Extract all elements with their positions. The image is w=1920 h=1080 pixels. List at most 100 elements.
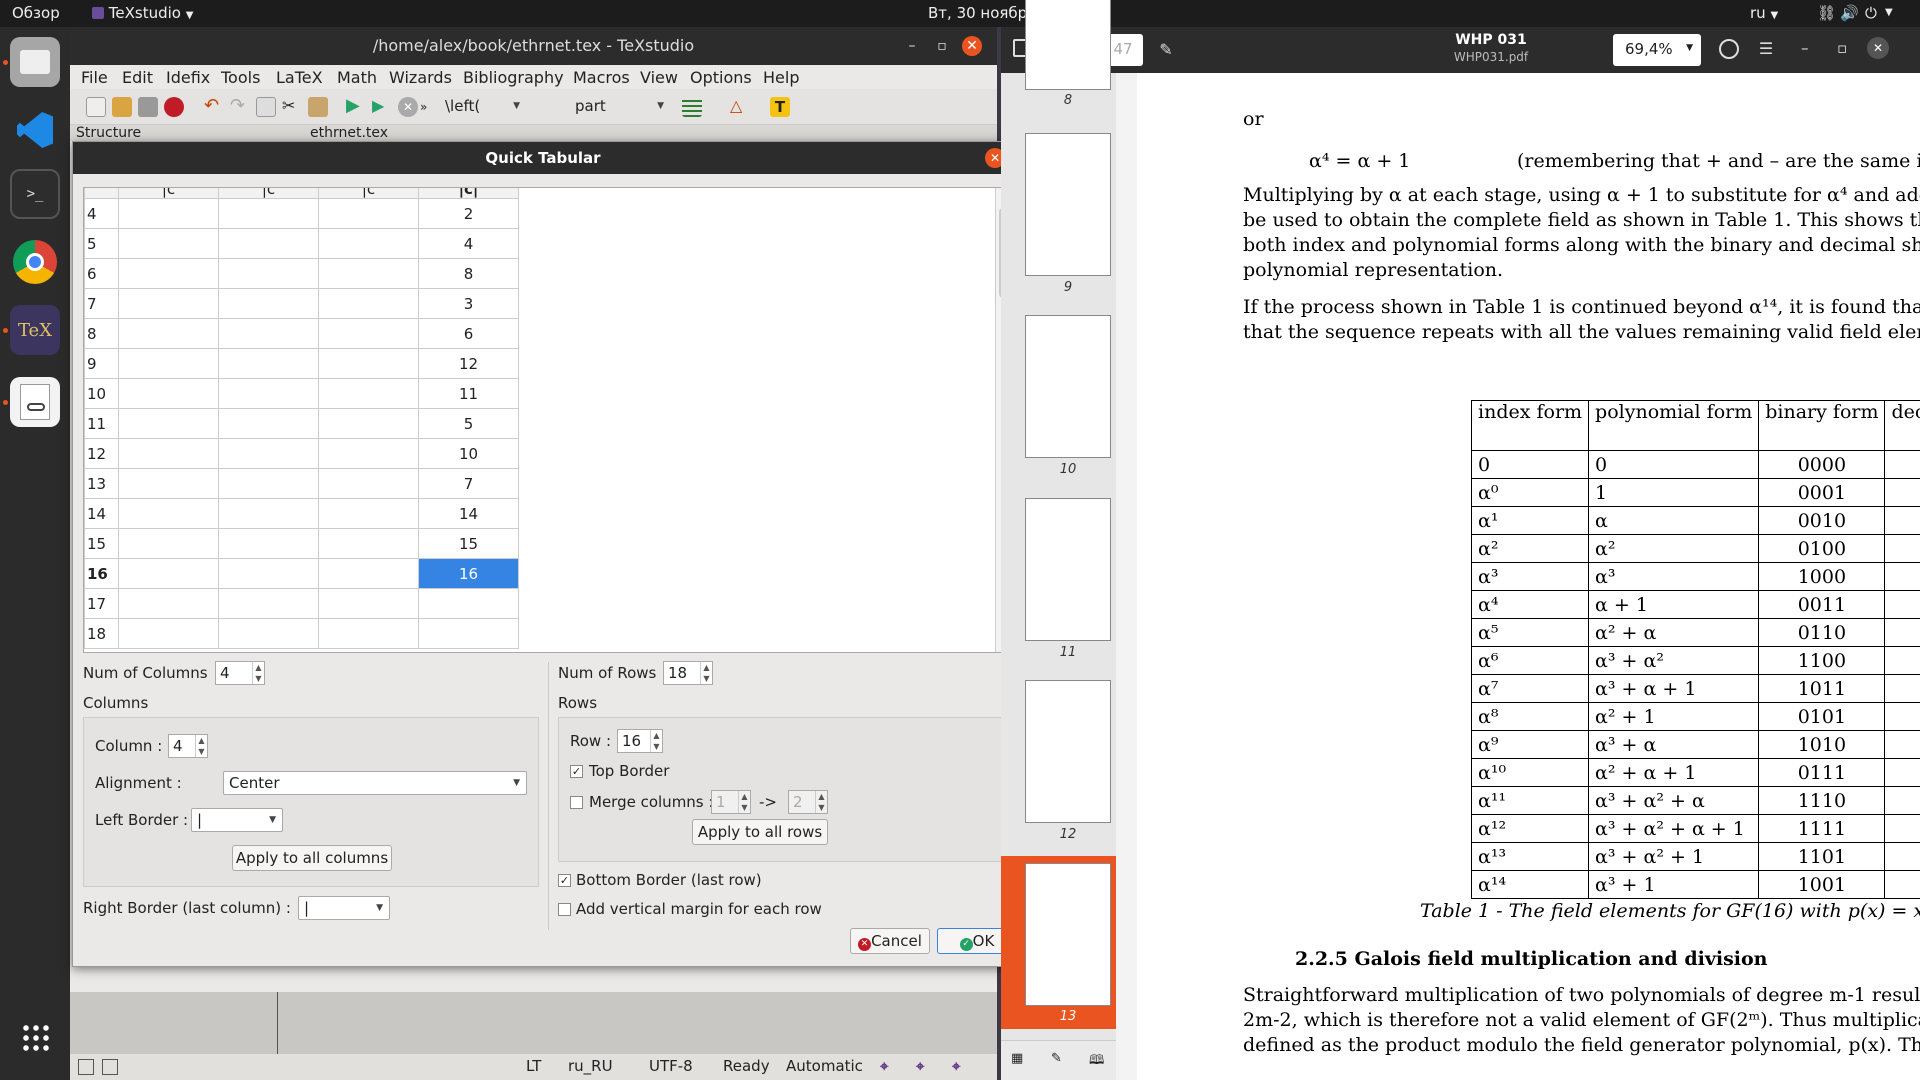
undo-icon[interactable]: ↶: [204, 97, 224, 117]
page-thumbnail[interactable]: [1025, 315, 1111, 458]
grid-cell[interactable]: [318, 288, 419, 319]
document-viewer-icon[interactable]: [10, 377, 60, 427]
open-file-icon[interactable]: [112, 97, 132, 117]
text-format-icon[interactable]: T: [770, 97, 790, 117]
zoom-combo[interactable]: 69,4% ▼: [1613, 34, 1701, 66]
grid-cell[interactable]: [218, 288, 319, 319]
left-border-combo[interactable]: | ▼: [191, 808, 283, 832]
right-border-combo[interactable]: | ▼: [298, 896, 390, 920]
row-header[interactable]: 13: [84, 468, 119, 499]
row-header[interactable]: 11: [84, 408, 119, 439]
grid-cell[interactable]: [118, 618, 219, 649]
chrome-icon[interactable]: [10, 237, 60, 287]
part-combo[interactable]: part ▼: [570, 95, 670, 119]
annotate-icon[interactable]: ✎: [1151, 35, 1181, 65]
search-icon[interactable]: [1719, 39, 1739, 59]
grid-cell[interactable]: [318, 498, 419, 529]
app-menu[interactable]: TeXstudio ▼: [92, 4, 193, 22]
grid-cell[interactable]: [218, 438, 319, 469]
grid-cell[interactable]: 8: [418, 258, 519, 289]
menu-options[interactable]: Options: [690, 68, 752, 87]
page-thumbnail[interactable]: [1025, 680, 1111, 823]
close-icon[interactable]: ✕: [962, 36, 982, 56]
left-delimiter-combo[interactable]: \left(▼: [440, 95, 526, 119]
row-header[interactable]: 16: [84, 558, 119, 589]
grid-cell[interactable]: [218, 558, 319, 589]
grid-cell[interactable]: [118, 318, 219, 349]
bookmark-icon[interactable]: ⌖: [880, 1057, 888, 1075]
row-header[interactable]: 9: [84, 348, 119, 379]
bottom-border-checkbox[interactable]: ✓: [558, 874, 571, 887]
grid-cell[interactable]: [218, 528, 319, 559]
vertical-margin-checkbox[interactable]: [558, 903, 571, 916]
grid-cell[interactable]: 16: [418, 558, 519, 589]
grid-cell[interactable]: 15: [418, 528, 519, 559]
alignment-combo[interactable]: Center ▼: [223, 771, 527, 795]
tabular-grid[interactable]: |c |c |c |c| 4 2 5 4 6 8 7 3 8 6 9 12 10 11 11 5 12 10 13 7…: [83, 187, 1010, 653]
power-icon[interactable]: ⏻: [1865, 4, 1877, 22]
terminal-icon[interactable]: >_: [10, 169, 60, 219]
menu-latex[interactable]: LaTeX: [276, 68, 323, 87]
grid-cell[interactable]: [318, 468, 419, 499]
row-header[interactable]: 6: [84, 258, 119, 289]
page-thumbnail[interactable]: [1025, 498, 1111, 641]
row-header[interactable]: 12: [84, 438, 119, 469]
encoding-indicator[interactable]: UTF-8: [649, 1057, 693, 1075]
spin-arrows-icon[interactable]: ▲ ▼: [738, 791, 750, 813]
bookmarks-view-icon[interactable]: 🕮: [1089, 1051, 1104, 1073]
grid-cell[interactable]: [418, 588, 519, 619]
close-icon[interactable]: ✕: [1867, 37, 1889, 59]
grid-cell[interactable]: [318, 588, 419, 619]
grid-cell[interactable]: [318, 348, 419, 379]
grid-cell[interactable]: [318, 618, 419, 649]
grid-cell[interactable]: [318, 438, 419, 469]
spin-arrows-icon[interactable]: ▲ ▼: [195, 735, 207, 757]
grid-cell[interactable]: [118, 528, 219, 559]
grid-cell[interactable]: 7: [418, 468, 519, 499]
menu-wizards[interactable]: Wizards: [389, 68, 452, 87]
annotations-view-icon[interactable]: ✎: [1051, 1051, 1062, 1066]
file-tab[interactable]: ethrnet.tex: [310, 125, 388, 141]
paste-icon[interactable]: [308, 97, 328, 117]
grid-cell[interactable]: [318, 408, 419, 439]
grid-cell[interactable]: [118, 288, 219, 319]
structure-tab[interactable]: Structure: [76, 125, 141, 141]
page-thumbnail[interactable]: [1025, 863, 1111, 1006]
row-header[interactable]: 14: [84, 498, 119, 529]
grid-cell[interactable]: [118, 498, 219, 529]
grid-cell[interactable]: [218, 228, 319, 259]
new-file-icon[interactable]: [86, 97, 106, 117]
grid-cell[interactable]: [318, 378, 419, 409]
column-header[interactable]: |c: [118, 188, 219, 199]
spin-arrows-icon[interactable]: ▲ ▼: [252, 662, 264, 684]
grid-cell[interactable]: [118, 588, 219, 619]
grid-cell[interactable]: 11: [418, 378, 519, 409]
page-thumbnail[interactable]: [1025, 133, 1111, 276]
grid-cell[interactable]: [218, 618, 319, 649]
compile-icon[interactable]: ▶: [372, 97, 392, 117]
column-header[interactable]: |c|: [418, 188, 519, 199]
minimize-icon[interactable]: –: [1801, 39, 1809, 57]
thumbnails-view-icon[interactable]: ▦: [1011, 1051, 1023, 1066]
menu-bibliography[interactable]: Bibliography: [463, 68, 564, 87]
grid-cell[interactable]: [118, 468, 219, 499]
apply-all-columns-button[interactable]: Apply to all columns: [232, 845, 392, 871]
row-header[interactable]: 15: [84, 528, 119, 559]
grid-cell[interactable]: 10: [418, 438, 519, 469]
menu-view[interactable]: View: [640, 68, 678, 87]
lt-indicator[interactable]: LT: [526, 1057, 541, 1075]
menu-file[interactable]: File: [81, 68, 108, 87]
close-file-icon[interactable]: [164, 97, 184, 117]
grid-cell[interactable]: 3: [418, 288, 519, 319]
grid-cell[interactable]: [118, 438, 219, 469]
menu-macros[interactable]: Macros: [573, 68, 630, 87]
top-border-checkbox[interactable]: ✓: [570, 765, 583, 778]
grid-cell[interactable]: [218, 198, 319, 229]
build-view-icon[interactable]: ▶: [346, 97, 366, 117]
maximize-icon[interactable]: ▫: [932, 36, 952, 56]
grid-cell[interactable]: [118, 228, 219, 259]
grid-cell[interactable]: 4: [418, 228, 519, 259]
warning-icon[interactable]: △: [730, 97, 750, 117]
bookmark-icon[interactable]: ⌖: [916, 1057, 924, 1075]
grid-cell[interactable]: [218, 258, 319, 289]
